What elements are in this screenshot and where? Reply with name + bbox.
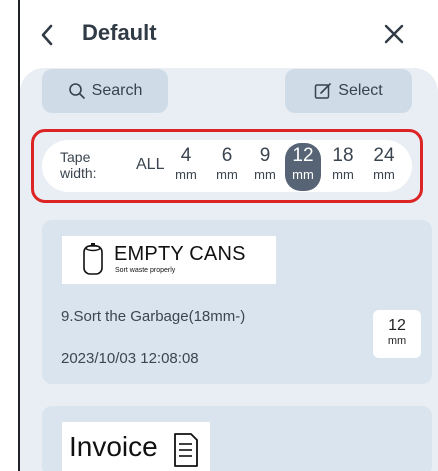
page-title: Default <box>82 20 157 45</box>
option-value: 12 <box>292 145 314 166</box>
option-value: 9 <box>259 145 271 166</box>
select-label: Select <box>338 82 383 99</box>
template-card[interactable]: EMPTY CANS Sort waste properly 9.Sort th… <box>42 220 432 384</box>
template-card[interactable]: Invoice <box>42 406 432 471</box>
option-value: 4 <box>180 145 192 166</box>
option-unit: mm <box>373 167 395 182</box>
search-icon <box>68 83 85 99</box>
template-name: 9.Sort the Garbage(18mm-) <box>61 308 246 325</box>
label-preview-title: EMPTY CANS <box>114 243 246 265</box>
tape-width-label: Tape width: <box>60 149 112 181</box>
edit-icon <box>315 83 332 99</box>
size-value: 12 <box>388 317 406 334</box>
option-unit: mm <box>175 167 197 182</box>
option-value: 6 <box>221 145 233 166</box>
tape-width-option-6[interactable]: 6 mm <box>209 145 245 189</box>
tape-width-option-12[interactable]: 12 mm <box>285 143 321 191</box>
tape-width-option-4[interactable]: 4 mm <box>168 145 204 189</box>
option-unit: mm <box>332 167 354 182</box>
tape-width-option-9[interactable]: 9 mm <box>247 145 283 189</box>
size-unit: mm <box>387 335 407 347</box>
chevron-left-icon <box>41 24 53 46</box>
label-preview: EMPTY CANS Sort waste properly <box>62 236 276 284</box>
tape-width-option-all[interactable]: ALL <box>136 156 164 174</box>
tape-width-label-line1: Tape <box>60 149 91 165</box>
tape-size-badge: 12 mm <box>373 310 421 358</box>
option-unit: mm <box>292 167 314 182</box>
option-value: 24 <box>373 145 395 166</box>
option-unit: mm <box>254 167 276 182</box>
search-button[interactable]: Search <box>42 69 168 113</box>
label-preview-title: Invoice <box>69 431 158 462</box>
back-button[interactable] <box>38 22 58 48</box>
select-button[interactable]: Select <box>285 69 412 113</box>
header: Default <box>20 0 438 68</box>
close-button[interactable] <box>382 22 406 46</box>
search-label: Search <box>91 82 143 99</box>
tape-width-option-18[interactable]: 18 mm <box>325 145 361 189</box>
tape-width-label-line2: width: <box>60 165 97 181</box>
document-icon <box>174 433 198 467</box>
label-preview-subtitle: Sort waste properly <box>115 267 176 274</box>
can-icon <box>83 243 103 275</box>
tape-width-filter: Tape width: ALL 4 mm 6 mm 9 mm 12 mm 18 … <box>42 140 412 192</box>
option-value: 18 <box>332 145 354 166</box>
close-icon <box>384 24 404 44</box>
tape-width-option-24[interactable]: 24 mm <box>366 145 402 189</box>
option-unit: mm <box>216 167 238 182</box>
template-date: 2023/10/03 12:08:08 <box>61 350 199 367</box>
label-preview: Invoice <box>62 422 210 471</box>
